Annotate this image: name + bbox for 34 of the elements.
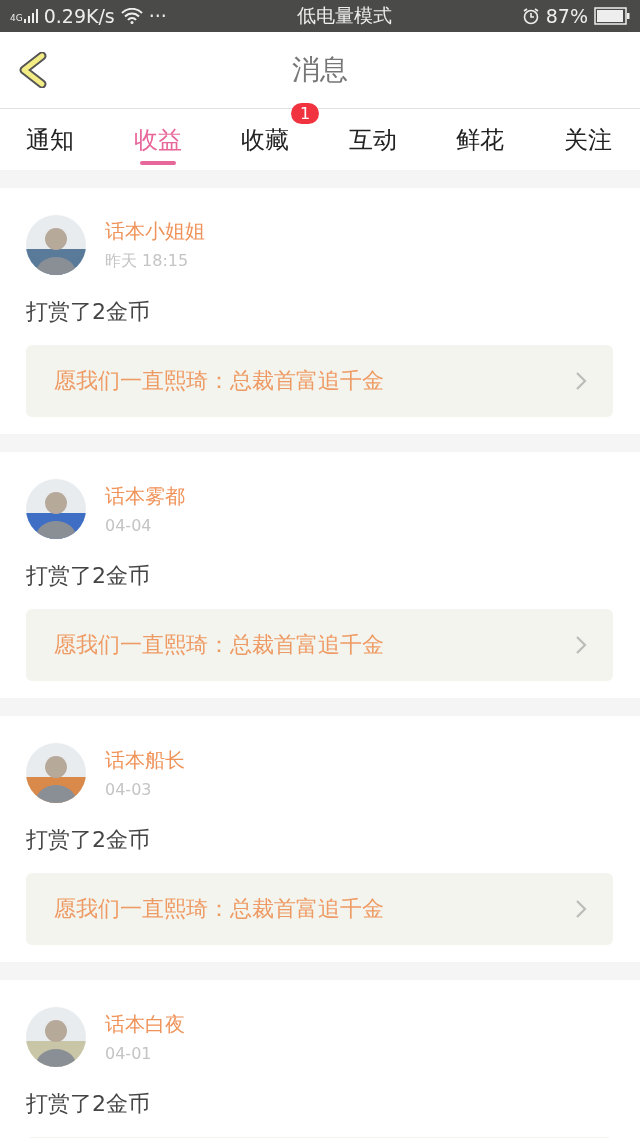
chevron-right-icon: [575, 371, 587, 391]
chevron-right-icon: [575, 635, 587, 655]
message-text: 打赏了2金币: [26, 1090, 151, 1118]
message-text: 打赏了2金币: [26, 298, 151, 326]
more-indicator: ···: [148, 5, 167, 27]
battery-percent: 87%: [545, 5, 588, 27]
message-text: 打赏了2金币: [26, 826, 151, 854]
message-time: 昨天 18:15: [105, 251, 190, 272]
wifi-icon: [120, 8, 143, 24]
message-time: 04-01: [105, 1044, 153, 1063]
book-link[interactable]: 愿我们一直熙琦：总裁首富追千金: [26, 609, 613, 681]
power-mode: 低电量模式: [296, 4, 392, 26]
user-name[interactable]: 话本白夜: [105, 1011, 185, 1038]
count-badge: 1: [291, 103, 320, 124]
page-title: 消息: [292, 52, 348, 88]
chevron-right-icon: [575, 899, 587, 919]
book-link[interactable]: 愿我们一直熙琦：总裁首富追千金: [26, 873, 613, 945]
user-name[interactable]: 话本小姐姐: [105, 218, 205, 245]
battery-icon: [594, 7, 630, 25]
message-time: 04-03: [105, 780, 153, 799]
tab[interactable]: 鲜花: [456, 109, 505, 161]
tab[interactable]: 互动: [348, 109, 397, 161]
tab[interactable]: 关注: [563, 109, 612, 161]
message-text: 打赏了2金币: [26, 562, 151, 590]
alarm-icon: [521, 7, 540, 25]
tab[interactable]: 通知: [26, 109, 74, 161]
tab-underline: [139, 161, 176, 165]
user-name[interactable]: 话本雾都: [105, 483, 185, 510]
tab[interactable]: 收益: [133, 109, 182, 161]
network-type: 4G: [10, 13, 23, 23]
message-time: 04-04: [105, 516, 153, 535]
book-link[interactable]: 愿我们一直熙琦：总裁首富追千金: [26, 345, 613, 417]
user-name[interactable]: 话本船长: [105, 747, 185, 774]
network-speed: 0.29K/s: [43, 5, 115, 27]
